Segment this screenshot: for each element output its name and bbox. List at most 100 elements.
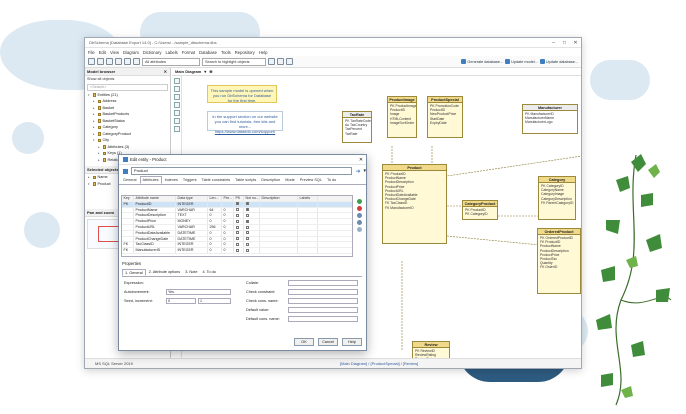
expanded-icon[interactable]: ▾ [93, 137, 96, 144]
name-cell[interactable]: TaxClassID [134, 242, 176, 248]
entity-orderedproduct[interactable]: OrderedProduct PK OrderedProductID FK Prod… [537, 228, 581, 294]
key-cell[interactable] [122, 213, 134, 219]
copy-icon[interactable] [268, 58, 275, 65]
tab-general[interactable]: General [121, 177, 139, 184]
name-cell[interactable]: ProductURL [134, 224, 176, 230]
close-button[interactable]: ✕ [570, 38, 581, 48]
len-cell[interactable]: 0 [208, 236, 222, 242]
column-header[interactable]: Not nu... [244, 196, 260, 201]
description-cell[interactable] [260, 201, 298, 207]
name-cell[interactable]: ProductPrice [134, 219, 176, 224]
labels-cell[interactable] [298, 230, 318, 236]
key-cell[interactable] [122, 224, 134, 230]
check-cons-name-input[interactable] [288, 297, 358, 304]
menu-format[interactable]: Format [182, 50, 195, 55]
key-cell[interactable]: FK [122, 248, 134, 253]
generate-database-link[interactable]: Generate database... [461, 59, 503, 64]
callout-tool-icon[interactable] [173, 126, 180, 132]
checkbox-icon[interactable] [235, 237, 239, 241]
name-cell[interactable]: ProductName [134, 207, 176, 213]
menu-database[interactable]: Database [199, 50, 217, 55]
property-tab[interactable]: 4. To do [200, 269, 217, 276]
delete-attribute-icon[interactable] [356, 206, 362, 211]
tab-preview-sql[interactable]: Preview SQL [298, 177, 324, 184]
dropdown-icon[interactable]: ▾ [363, 168, 366, 174]
pk-checkbox[interactable] [234, 242, 244, 248]
paste-icon[interactable] [277, 58, 284, 65]
checkbox-icon[interactable] [235, 231, 239, 235]
description-cell[interactable] [260, 230, 298, 236]
default-cons-name-input[interactable] [288, 315, 358, 322]
model-search-input[interactable]: <Search> [87, 83, 168, 91]
labels-cell[interactable] [298, 219, 318, 224]
entity-product[interactable]: Product PK ProductID ProductName ProductDes… [382, 164, 447, 244]
checkbox-icon[interactable] [245, 231, 249, 235]
checkbox-icon[interactable] [245, 225, 249, 229]
property-tab[interactable]: 3. Note [183, 269, 199, 276]
menu-view[interactable]: View [110, 50, 119, 55]
expanded-icon[interactable]: ▾ [88, 92, 91, 99]
column-header[interactable]: Labels [298, 196, 318, 201]
tab-description[interactable]: Description [259, 177, 282, 184]
checkbox-icon[interactable] [245, 237, 249, 241]
name-cell[interactable]: ManufacturerID [134, 248, 176, 253]
help-button[interactable]: Help [342, 338, 362, 346]
property-tab[interactable]: 1. General [122, 269, 146, 276]
type-cell[interactable]: INTEGER [176, 201, 208, 207]
column-header[interactable]: PK [234, 196, 244, 201]
pre-cell[interactable]: 0 [222, 219, 234, 224]
checkbox-icon[interactable] [245, 242, 249, 246]
pre-cell[interactable] [222, 201, 234, 207]
print-icon[interactable] [115, 58, 122, 65]
property-tab[interactable]: 2. Attribute options [147, 269, 182, 276]
tab-indexes[interactable]: Indexes [163, 177, 180, 184]
entity-manufacturer[interactable]: Manufacturer PK ManufacturerID Manufacture… [522, 104, 578, 134]
open-icon[interactable] [97, 58, 104, 65]
pk-checkbox[interactable] [234, 224, 244, 230]
column-header[interactable]: Description [260, 196, 298, 201]
pre-cell[interactable]: 0 [222, 213, 234, 219]
column-header[interactable]: Attribute name [134, 196, 176, 201]
key-cell[interactable] [122, 236, 134, 242]
entity-name-field[interactable]: Product [130, 167, 353, 175]
description-cell[interactable] [260, 242, 298, 248]
seed-input[interactable]: 0 [166, 297, 196, 304]
checkbox-icon[interactable] [235, 208, 239, 212]
pre-cell[interactable]: 0 [222, 230, 234, 236]
move-down-icon[interactable] [356, 220, 362, 225]
settings-icon[interactable] [356, 227, 362, 232]
type-cell[interactable]: VARCHAR [176, 224, 208, 230]
not-null-checkbox[interactable] [244, 213, 260, 219]
len-cell[interactable]: 64 [208, 207, 222, 213]
view-tool-icon[interactable] [173, 118, 180, 124]
checkbox-icon[interactable] [245, 248, 249, 252]
labels-cell[interactable] [298, 213, 318, 219]
labels-cell[interactable] [298, 236, 318, 242]
increment-input[interactable]: 1 [198, 297, 231, 304]
pre-cell[interactable]: 0 [222, 207, 234, 213]
labels-cell[interactable] [298, 224, 318, 230]
len-cell[interactable]: 0 [208, 242, 222, 248]
show-all-objects-select[interactable]: Show all objects [85, 76, 170, 83]
type-cell[interactable]: DATETIME [176, 236, 208, 242]
len-cell[interactable]: 0 [208, 248, 222, 253]
default-value-input[interactable] [288, 306, 358, 313]
update-model-link[interactable]: Update model... [505, 59, 538, 64]
tab-table-scripts[interactable]: Table scripts [233, 177, 258, 184]
not-null-checkbox[interactable] [244, 207, 260, 213]
zoom-icon[interactable] [124, 58, 131, 65]
table-row[interactable]: FK ManufacturerID INTEGER 0 0 [122, 248, 352, 254]
not-null-checkbox[interactable] [244, 248, 260, 253]
entity-productimage[interactable]: ProductImagePK ProductImageIDProductIDIm… [387, 96, 417, 138]
labels-cell[interactable] [298, 207, 318, 213]
checkbox-icon[interactable] [245, 213, 249, 217]
entity-categoryproduct[interactable]: CategoryProduct PK ProductID PK CategoryID [462, 200, 498, 220]
maximize-button[interactable]: □ [559, 38, 570, 48]
menu-help[interactable]: Help [259, 50, 268, 55]
pk-checkbox[interactable] [234, 236, 244, 242]
relation-tool-icon[interactable] [173, 94, 180, 100]
description-cell[interactable] [260, 248, 298, 253]
add-tab-icon[interactable]: ⊕ [209, 69, 212, 74]
column-header[interactable]: Key [122, 196, 134, 201]
menu-file[interactable]: File [88, 50, 95, 55]
